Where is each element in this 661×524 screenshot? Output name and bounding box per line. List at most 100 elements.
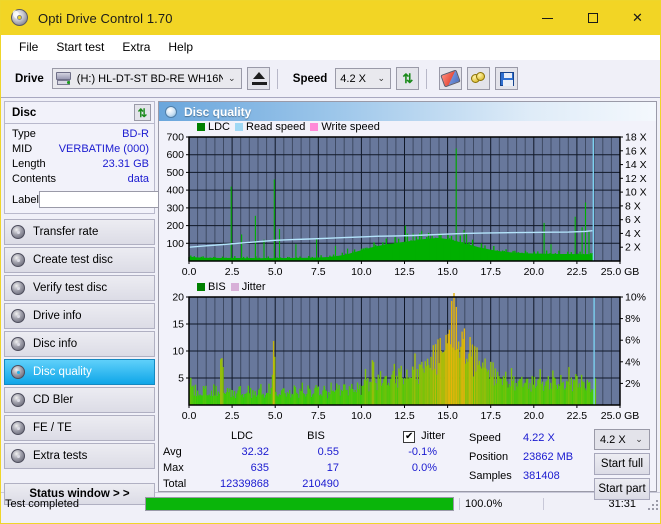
refresh-button[interactable]: ⇅ <box>396 67 420 90</box>
save-button[interactable] <box>495 67 519 90</box>
eject-icon <box>252 72 265 79</box>
legend-swatch-jitter <box>230 283 239 291</box>
stats-position-value: 23862 MB <box>523 451 574 463</box>
disc-length-value: 23.31 GB <box>102 158 149 170</box>
eject-button[interactable] <box>246 67 270 90</box>
chevron-down-icon: ⌄ <box>377 73 386 83</box>
stats-samples-value: 381408 <box>523 470 560 482</box>
stats-corner <box>163 429 203 444</box>
sidebar-item-label: Drive info <box>33 310 82 322</box>
sidebar-item-cd-bler[interactable]: CD Bler <box>4 387 155 413</box>
sidebar-item-label: Verify test disc <box>33 282 108 294</box>
legend-item-jitter: Jitter <box>230 281 266 293</box>
stats-header-bis: BIS <box>307 430 325 442</box>
disc-length-label: Length <box>12 158 46 170</box>
maximize-button[interactable] <box>570 1 615 35</box>
svg-text:5.0: 5.0 <box>268 266 283 278</box>
sidebar-item-label: Extra tests <box>33 450 88 462</box>
stats-header-jitter: ✔ Jitter <box>351 429 451 444</box>
menu-help[interactable]: Help <box>159 37 202 57</box>
app-window: Opti Drive Control 1.70 ✕ File Start tes… <box>0 0 661 524</box>
svg-text:700: 700 <box>166 133 184 144</box>
svg-text:4%: 4% <box>625 356 640 368</box>
window-controls: ✕ <box>525 1 660 35</box>
svg-text:14 X: 14 X <box>625 159 647 171</box>
jitter-checkbox[interactable]: ✔ <box>403 430 416 443</box>
sidebar-item-drive-info[interactable]: Drive info <box>4 303 155 329</box>
svg-text:2 X: 2 X <box>625 242 641 254</box>
legend-label-jitter: Jitter <box>241 281 266 293</box>
start-full-button[interactable]: Start full <box>594 453 650 475</box>
speed-select[interactable]: 4.2 X ⌄ <box>335 68 392 89</box>
svg-text:5: 5 <box>178 373 184 385</box>
svg-text:25.0 GB: 25.0 GB <box>601 410 640 422</box>
stats-position-label: Position <box>469 451 509 463</box>
ldc-chart: 100 200 300 400 500 600 700 2 X 4 X 6 X 8 X 10 X 12 … <box>159 133 656 281</box>
stats-total-jitter <box>351 477 451 492</box>
sidebar-item-label: FE / TE <box>33 422 72 434</box>
stats-header-ldc: LDC <box>230 430 253 442</box>
disc-mid-value: VERBATIMe (000) <box>58 143 149 155</box>
stats-row-avg-label: Avg <box>163 446 182 458</box>
eraser-icon <box>440 69 462 88</box>
menu-extra[interactable]: Extra <box>113 37 159 57</box>
disc-contents-value: data <box>127 173 149 185</box>
chevron-down-icon: ⌄ <box>228 73 236 83</box>
disc-panel-header: Disc ⇅ <box>5 102 154 124</box>
test-speed-select[interactable]: 4.2 X ⌄ <box>594 429 650 450</box>
toolbar-divider-1 <box>276 68 278 89</box>
speed-label: Speed <box>292 72 328 85</box>
start-part-button[interactable]: Start part <box>594 478 650 500</box>
disc-icon <box>11 337 25 351</box>
svg-text:20.0: 20.0 <box>524 266 545 278</box>
sidebar-item-extra-tests[interactable]: Extra tests <box>4 443 155 469</box>
content-area: Disc ⇅ Type BD-R MID VERBATIMe (000) Len… <box>1 98 660 505</box>
disc-icon <box>11 449 25 463</box>
svg-text:15: 15 <box>172 319 184 331</box>
minimize-button[interactable] <box>525 1 570 35</box>
drive-label: Drive <box>15 72 44 85</box>
sidebar-item-disc-quality[interactable]: Disc quality <box>4 359 155 385</box>
svg-text:6 X: 6 X <box>625 214 641 226</box>
close-button[interactable]: ✕ <box>615 1 660 35</box>
svg-text:18 X: 18 X <box>625 133 647 144</box>
menu-file[interactable]: File <box>10 37 47 57</box>
sidebar-item-fe-te[interactable]: FE / TE <box>4 415 155 441</box>
window-title: Opti Drive Control 1.70 <box>38 10 173 26</box>
disc-icon <box>11 421 25 435</box>
stats-table: LDC BIS ✔ Jitter Avg 32.32 0.55 -0.1% Ma… <box>163 429 463 500</box>
drive-select[interactable]: (H:) HL-DT-ST BD-RE WH16NS48 1.D3 ⌄ <box>51 68 242 89</box>
legend-swatch-bis <box>197 283 205 291</box>
disc-refresh-button[interactable]: ⇅ <box>134 104 151 121</box>
menu-start-test[interactable]: Start test <box>47 37 113 57</box>
disc-quality-icon <box>165 105 177 118</box>
status-text: Test completed <box>5 497 79 510</box>
svg-text:300: 300 <box>166 202 184 214</box>
bis-chart: 5 10 15 20 2% 4% 6% 8% 10% 0.0 2.5 5.0 7.5 10.0 12.5 15… <box>159 293 656 425</box>
sidebar-item-disc-info[interactable]: Disc info <box>4 331 155 357</box>
disc-icon <box>11 365 25 379</box>
disc-icon <box>11 253 25 267</box>
sidebar-item-verify-test-disc[interactable]: Verify test disc <box>4 275 155 301</box>
resize-grip[interactable] <box>646 498 658 510</box>
sidebar-item-label: CD Bler <box>33 394 74 406</box>
erase-button[interactable] <box>439 67 463 90</box>
panel-header: Disc quality <box>159 102 656 121</box>
stats-max-jitter: 0.0% <box>411 462 437 474</box>
sidebar-item-create-test-disc[interactable]: Create test disc <box>4 247 155 273</box>
disc-panel-title: Disc <box>12 106 37 119</box>
disc-row-type: Type BD-R <box>12 127 149 142</box>
stats-samples-label: Samples <box>469 470 512 482</box>
menu-bar: File Start test Extra Help <box>1 35 660 60</box>
stats-total-bis: 210490 <box>302 478 339 490</box>
toolbar: Drive (H:) HL-DT-ST BD-RE WH16NS48 1.D3 … <box>1 60 660 98</box>
refresh-icon: ⇅ <box>137 107 148 120</box>
svg-text:7.5: 7.5 <box>311 410 326 422</box>
coins-button[interactable] <box>467 67 491 90</box>
disc-type-label: Type <box>12 128 36 140</box>
svg-text:2.5: 2.5 <box>225 266 240 278</box>
svg-text:7.5: 7.5 <box>311 266 326 278</box>
sidebar-item-transfer-rate[interactable]: Transfer rate <box>4 219 155 245</box>
svg-text:12.5: 12.5 <box>394 266 415 278</box>
svg-text:6%: 6% <box>625 335 640 347</box>
